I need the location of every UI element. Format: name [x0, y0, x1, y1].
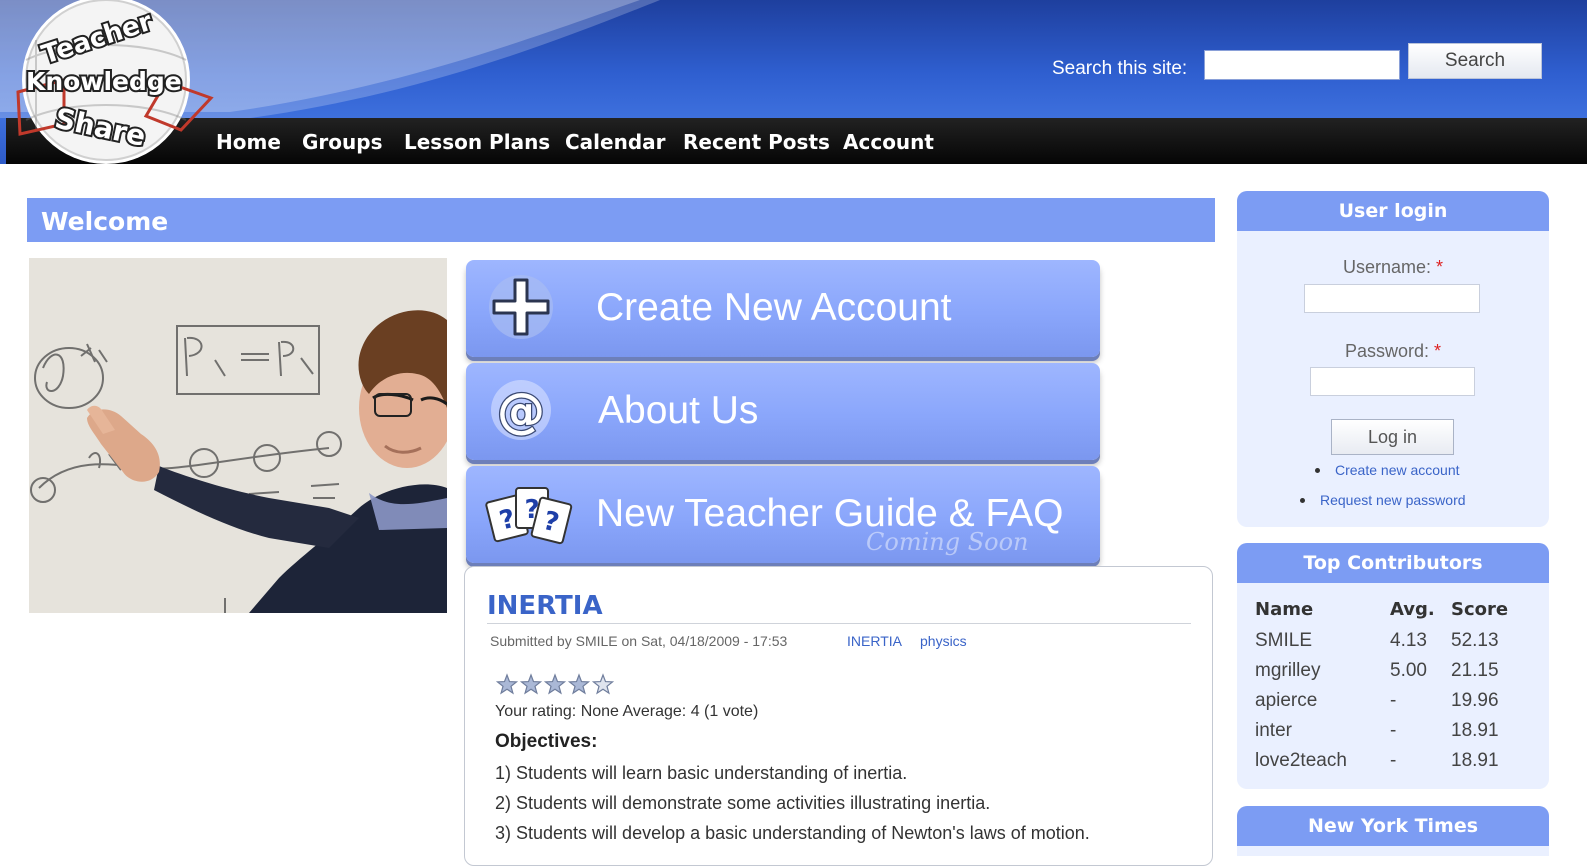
search-label: Search this site:	[1052, 58, 1188, 79]
about-us-label: About Us	[598, 389, 759, 432]
cell-score: 18.91	[1451, 720, 1499, 741]
table-row: SMILE 4.13 52.13	[1255, 626, 1508, 656]
login-button[interactable]: Log in	[1331, 419, 1454, 455]
list-bullet	[1315, 468, 1320, 473]
submitted-info: Submitted by SMILE on Sat, 04/18/2009 - …	[490, 633, 788, 649]
contributors-table: Name Avg. Score SMILE 4.13 52.13 mgrilley 5…	[1255, 599, 1508, 776]
username-field[interactable]	[1304, 284, 1480, 313]
username-label-text: Username:	[1342, 257, 1431, 277]
rating-star-icon[interactable]	[495, 673, 519, 695]
table-row: love2teach - 18.91	[1255, 746, 1508, 776]
user-login-title: User login	[1237, 191, 1549, 231]
nav-recent-posts[interactable]: Recent Posts	[683, 130, 830, 154]
col-avg: Avg.	[1390, 599, 1435, 620]
question-cards-icon: ? ? ?	[485, 487, 573, 545]
password-field[interactable]	[1310, 367, 1475, 396]
new-york-times-title: New York Times	[1237, 806, 1549, 846]
nav-home[interactable]: Home	[216, 130, 281, 154]
col-score: Score	[1451, 599, 1509, 620]
cell-name: mgrilley	[1255, 660, 1321, 681]
at-sign-icon: @	[491, 380, 551, 440]
article-title[interactable]: INERTIA	[487, 591, 603, 621]
cell-name: inter	[1255, 720, 1292, 741]
cell-score: 18.91	[1451, 750, 1499, 771]
rating-star-icon[interactable]	[519, 673, 543, 695]
table-row: apierce - 19.96	[1255, 686, 1508, 716]
tag-physics[interactable]: physics	[920, 633, 967, 649]
teacher-guide-faq-button[interactable]: ? ? ? New Teacher Guide & FAQ Coming Soo…	[466, 466, 1100, 563]
cell-name: love2teach	[1255, 750, 1347, 771]
cell-avg: 5.00	[1390, 660, 1427, 681]
password-label-text: Password:	[1344, 341, 1429, 361]
search-button[interactable]: Search	[1408, 43, 1542, 79]
request-new-password-link[interactable]: Request new password	[1320, 492, 1466, 508]
cell-avg: -	[1390, 750, 1397, 771]
top-contributors-block: Top Contributors Name Avg. Score SMILE 4.…	[1237, 543, 1549, 789]
logo-line2: Knowledge	[26, 67, 182, 96]
welcome-bar: Welcome	[27, 198, 1215, 242]
tag-inertia[interactable]: INERTIA	[847, 633, 902, 649]
search-input[interactable]	[1204, 50, 1400, 80]
create-account-button[interactable]: Create New Account	[466, 260, 1100, 357]
password-label: Password: *	[1237, 341, 1549, 362]
required-mark: *	[1436, 257, 1444, 277]
table-header-row: Name Avg. Score	[1255, 599, 1508, 626]
cell-score: 19.96	[1451, 690, 1499, 711]
nav-calendar[interactable]: Calendar	[565, 130, 666, 154]
cell-name: apierce	[1255, 690, 1318, 711]
col-name: Name	[1255, 599, 1314, 620]
rating-star-icon[interactable]	[591, 673, 615, 695]
coming-soon-label: Coming Soon	[866, 528, 1029, 556]
teacher-whiteboard-photo	[29, 258, 447, 613]
cell-score: 21.15	[1451, 660, 1499, 681]
star-rating-widget[interactable]	[495, 673, 625, 697]
article-inertia: INERTIA Submitted by SMILE on Sat, 04/18…	[464, 566, 1213, 866]
table-row: mgrilley 5.00 21.15	[1255, 656, 1508, 686]
objective-item: 3) Students will develop a basic underst…	[495, 823, 1090, 843]
objective-item: 2) Students will demonstrate some activi…	[495, 793, 991, 813]
create-new-account-link[interactable]: Create new account	[1335, 462, 1460, 478]
cell-avg: 4.13	[1390, 630, 1427, 651]
svg-text:@: @	[497, 383, 545, 439]
cell-avg: -	[1390, 720, 1397, 741]
cell-score: 52.13	[1451, 630, 1499, 651]
about-us-button[interactable]: @ About Us	[466, 363, 1100, 460]
nav-groups[interactable]: Groups	[302, 130, 382, 154]
create-account-label: Create New Account	[596, 286, 952, 329]
title-divider	[487, 623, 1191, 624]
rating-text: Your rating: None Average: 4 (1 vote)	[495, 703, 759, 720]
new-york-times-block: New York Times	[1237, 806, 1549, 856]
objectives-heading: Objectives:	[495, 731, 598, 752]
required-mark: *	[1434, 341, 1442, 361]
top-contributors-title: Top Contributors	[1237, 543, 1549, 583]
plus-icon	[489, 275, 553, 339]
table-row: inter - 18.91	[1255, 716, 1508, 746]
welcome-title: Welcome	[41, 207, 169, 236]
username-label: Username: *	[1237, 257, 1549, 278]
rating-star-icon[interactable]	[567, 673, 591, 695]
list-bullet	[1300, 498, 1305, 503]
nav-account[interactable]: Account	[843, 130, 934, 154]
objective-item: 1) Students will learn basic understandi…	[495, 763, 908, 783]
cell-name: SMILE	[1255, 630, 1313, 651]
nav-lesson-plans[interactable]: Lesson Plans	[404, 130, 550, 154]
user-login-block: User login Username: * Password: * Log i…	[1237, 191, 1549, 527]
cell-avg: -	[1390, 690, 1397, 711]
rating-star-icon[interactable]	[543, 673, 567, 695]
site-logo[interactable]: Teacher Knowledge Share	[6, 0, 221, 164]
